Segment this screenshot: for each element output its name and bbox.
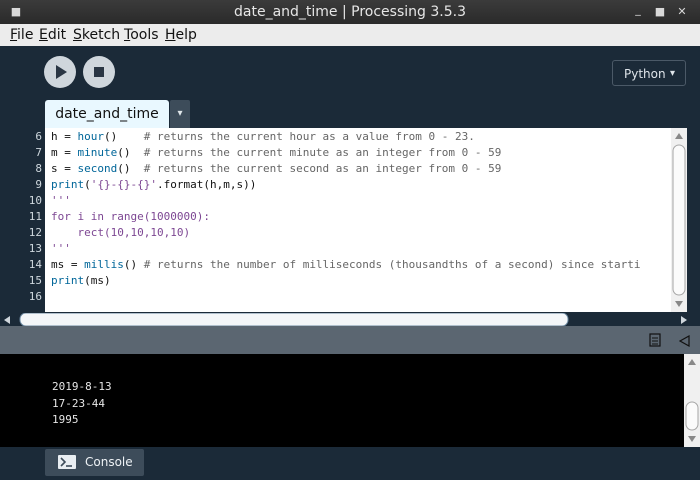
menu-tools[interactable]: Tools (124, 24, 159, 46)
copy-icon[interactable] (649, 333, 663, 348)
console-scrollbar-graphic (685, 359, 699, 442)
tab-date-and-time[interactable]: date_and_time (45, 100, 169, 128)
close-icon[interactable]: ✕ (674, 4, 690, 20)
code-line: s = second() # returns the current secon… (51, 162, 502, 175)
console-output[interactable]: 2019-8-13 17-23-44 1995 (0, 354, 684, 447)
code-line: rect(10,10,10,10) (51, 226, 191, 239)
menu-file-rest: ile (17, 27, 34, 43)
line-number: 16 (28, 290, 42, 303)
tab-menu-button[interactable]: ▾ (170, 100, 190, 128)
code-line: h = hour() # returns the current hour as… (51, 130, 475, 143)
menu-sketch[interactable]: Sketch (73, 24, 120, 46)
line-number: 9 (35, 178, 42, 191)
line-number: 15 (28, 274, 42, 287)
maximize-icon[interactable]: ■ (652, 4, 668, 20)
code-editor[interactable]: h = hour() # returns the current hour as… (45, 128, 671, 312)
stop-button[interactable] (83, 56, 115, 88)
line-number: 6 (35, 130, 42, 143)
menu-file[interactable]: File (10, 24, 33, 46)
line-number: 11 (28, 210, 42, 223)
mode-selector[interactable]: Python ▾ (612, 60, 686, 86)
minimize-icon[interactable]: _ (630, 2, 646, 18)
play-icon (56, 65, 67, 79)
hscroll-graphic (0, 312, 700, 327)
menu-bar: File Edit Sketch Tools Help (0, 24, 700, 47)
editor-vertical-scrollbar[interactable] (671, 128, 687, 312)
menu-edit[interactable]: Edit (39, 24, 66, 46)
line-number: 10 (28, 194, 42, 207)
line-number: 13 (28, 242, 42, 255)
code-line: print(ms) (51, 274, 111, 287)
collapse-icon[interactable] (679, 335, 690, 347)
console-vertical-scrollbar[interactable] (684, 354, 700, 447)
code-line: print('{}-{}-{}'.format(h,m,s)) (51, 178, 257, 191)
console-line: 17-23-44 (52, 397, 105, 410)
run-button[interactable] (44, 56, 76, 88)
mode-label: Python (624, 67, 666, 81)
console-header (0, 326, 700, 354)
line-number: 7 (35, 146, 42, 159)
stop-icon (94, 67, 104, 77)
line-number: 14 (28, 258, 42, 271)
code-line: ''' (51, 242, 71, 255)
line-number-gutter: 6 7 8 9 10 11 12 13 14 15 16 (0, 128, 45, 312)
console-line: 1995 (52, 413, 79, 426)
code-line: for i in range(1000000): (51, 210, 210, 223)
scrollbar-graphic (672, 133, 686, 307)
line-number: 8 (35, 162, 42, 175)
console-tab-label: Console (85, 455, 133, 469)
chevron-down-icon: ▾ (669, 68, 675, 79)
code-line: ms = millis() # returns the number of mi… (51, 258, 641, 271)
menu-help[interactable]: Help (165, 24, 197, 46)
line-number: 12 (28, 226, 42, 239)
console-tab[interactable]: Console (45, 449, 144, 476)
editor-horizontal-scrollbar[interactable] (0, 312, 700, 327)
console-line: 2019-8-13 (52, 380, 112, 393)
code-line: ''' (51, 194, 71, 207)
window-title: date_and_time | Processing 3.5.3 (234, 4, 466, 20)
code-line: m = minute() # returns the current minut… (51, 146, 502, 159)
console-icon (58, 455, 76, 469)
